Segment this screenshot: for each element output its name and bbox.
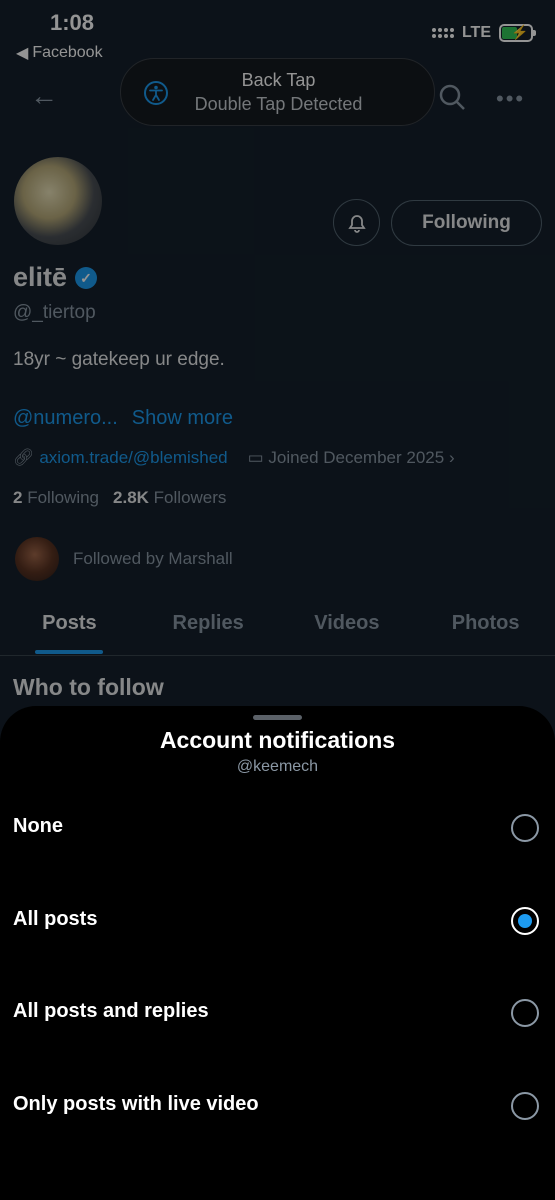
- radio-button[interactable]: [511, 1092, 539, 1120]
- followed-by-text: Followed by Marshall: [73, 549, 233, 568]
- avatar[interactable]: [12, 155, 104, 247]
- back-triangle-icon: ◀: [16, 45, 29, 62]
- tab-photos[interactable]: Photos: [416, 600, 555, 655]
- option-label: Only posts with live video: [13, 1093, 259, 1115]
- more-icon[interactable]: •••: [496, 86, 525, 112]
- following-count: 2: [13, 488, 23, 507]
- option-all-posts[interactable]: All posts: [0, 891, 555, 951]
- link-icon: 🔗︎: [13, 448, 35, 467]
- network-label: LTE: [461, 24, 491, 41]
- search-icon[interactable]: [438, 83, 466, 111]
- status-time: 1:08: [50, 10, 95, 35]
- option-all-posts-and-replies[interactable]: All posts and replies: [0, 983, 555, 1043]
- option-live-video[interactable]: Only posts with live video: [0, 1076, 555, 1136]
- option-label: All posts and replies: [13, 1000, 209, 1022]
- followed-by-row[interactable]: Followed by Marshall: [15, 537, 233, 581]
- following-count-link[interactable]: 2 Following: [13, 488, 99, 508]
- signal-icon: [431, 28, 454, 38]
- notifications-bell-button[interactable]: [333, 199, 380, 246]
- radio-button[interactable]: [511, 999, 539, 1027]
- bio: 18yr ~ gatekeep ur edge.: [13, 349, 225, 370]
- battery-icon: ⚡: [499, 24, 536, 42]
- followers-label: Followers: [153, 488, 227, 507]
- back-tap-toast: Back Tap Double Tap Detected: [120, 58, 435, 126]
- handle: @_tiertop: [13, 302, 96, 323]
- profile-meta: 🔗︎ axiom.trade/@blemished ▭ Joined Decem…: [13, 448, 455, 468]
- radio-button[interactable]: [511, 814, 539, 842]
- display-name-text: elitē: [13, 262, 68, 292]
- back-app-label: Facebook: [32, 44, 103, 61]
- chevron-right-icon: ›: [448, 448, 455, 467]
- joined-row: ▭ Joined December 2025 ›: [248, 448, 455, 468]
- section-title: Who to follow: [13, 674, 164, 700]
- following-label: Following: [27, 488, 100, 507]
- sheet-grabber[interactable]: [253, 715, 302, 720]
- back-arrow-icon[interactable]: ←: [30, 80, 62, 112]
- followers-count: 2.8K: [113, 488, 149, 507]
- show-more-link[interactable]: Show more: [132, 407, 233, 430]
- toast-title: Back Tap: [241, 70, 316, 90]
- tab-videos[interactable]: Videos: [278, 600, 417, 655]
- sheet-subtitle: @keemech: [236, 758, 319, 775]
- bell-check-icon: [347, 214, 366, 233]
- follower-avatar: [15, 537, 59, 581]
- sheet-title: Account notifications: [159, 727, 396, 753]
- option-label: None: [13, 815, 63, 837]
- option-none[interactable]: None: [0, 798, 555, 858]
- profile-tabs: Posts Replies Videos Photos: [0, 600, 555, 656]
- website-row[interactable]: 🔗︎ axiom.trade/@blemished: [13, 448, 228, 468]
- mention-link[interactable]: @numero...: [13, 407, 118, 430]
- website-link[interactable]: axiom.trade/@blemished: [39, 448, 227, 467]
- display-name: elitē ✓: [13, 262, 98, 293]
- tab-posts[interactable]: Posts: [0, 600, 139, 655]
- calendar-icon: ▭: [247, 448, 264, 467]
- back-to-app-link[interactable]: ◀ Facebook: [16, 43, 103, 63]
- verified-badge-icon: ✓: [75, 266, 98, 289]
- bio-links: @numero... Show more: [13, 407, 233, 430]
- toast-message: Double Tap Detected: [194, 94, 363, 114]
- tab-replies[interactable]: Replies: [139, 600, 278, 655]
- joined-date: Joined December 2025: [268, 448, 445, 467]
- follow-counts: 2 Following 2.8K Followers: [13, 488, 226, 508]
- radio-button-selected[interactable]: [511, 907, 539, 935]
- following-button[interactable]: Following: [391, 200, 542, 246]
- option-label: All posts: [13, 908, 98, 930]
- account-notifications-sheet: Account notifications @keemech None All …: [0, 706, 555, 1200]
- status-indicators: LTE ⚡: [431, 24, 536, 42]
- followers-count-link[interactable]: 2.8K Followers: [113, 488, 226, 508]
